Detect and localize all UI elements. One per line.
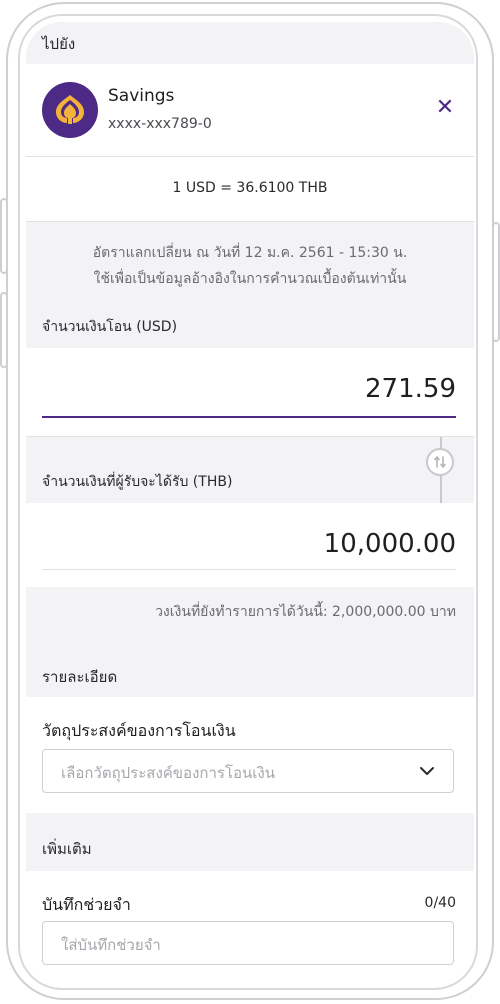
more-heading: เพิ่มเติม bbox=[42, 840, 92, 858]
receive-amount-label: จำนวนเงินที่ผู้รับจะได้รับ (THB) bbox=[42, 474, 233, 490]
swap-icon-graphic bbox=[434, 456, 446, 468]
daily-limit-text: วงเงินที่ยังทำรายการได้วันนี้: 2,000,000… bbox=[155, 604, 456, 620]
rate-section: 1 USD = 36.6100 THB bbox=[26, 157, 474, 221]
receive-amount-input[interactable]: 10,000.00 bbox=[324, 529, 456, 559]
memo-input[interactable]: ใส่บันทึกช่วยจำ bbox=[42, 921, 454, 965]
account-name: Savings bbox=[108, 86, 175, 106]
bank-logo-icon-graphic bbox=[56, 95, 84, 124]
app-screen: ไปยัง Savings xxxx-xxx789-0 ✕ 1 USD = 36… bbox=[26, 22, 474, 982]
purpose-label: วัตถุประสงค์ของการโอนเงิน bbox=[42, 721, 236, 740]
details-heading: รายละเอียด bbox=[42, 668, 118, 686]
send-amount-section: 271.59 bbox=[26, 348, 474, 436]
receive-label-section: จำนวนเงินที่ผู้รับจะได้รับ (THB) bbox=[26, 437, 474, 503]
memo-label: บันทึกช่วยจำ bbox=[42, 895, 131, 914]
send-amount-input[interactable]: 271.59 bbox=[365, 374, 456, 404]
side-button-power bbox=[492, 222, 500, 342]
rate-note-line2: ใช้เพื่อเป็นข้อมูลอ้างอิงในการคำนวณเบื้อ… bbox=[93, 271, 407, 287]
rate-note-line1: อัตราแลกเปลี่ยน ณ วันที่ 12 ม.ค. 2561 - … bbox=[92, 245, 408, 261]
bank-logo-icon bbox=[42, 82, 98, 138]
side-button-upper bbox=[0, 198, 8, 274]
memo-char-count: 0/40 bbox=[424, 895, 456, 911]
receive-amount-section: 10,000.00 bbox=[26, 503, 474, 587]
send-amount-underline bbox=[42, 416, 456, 418]
to-section: ไปยัง bbox=[26, 22, 474, 64]
memo-placeholder: ใส่บันทึกช่วยจำ bbox=[61, 936, 161, 954]
exchange-rate-text: 1 USD = 36.6100 THB bbox=[172, 180, 328, 196]
close-icon[interactable]: ✕ bbox=[433, 96, 457, 120]
swap-icon[interactable] bbox=[426, 448, 454, 476]
rate-note-section: อัตราแลกเปลี่ยน ณ วันที่ 12 ม.ค. 2561 - … bbox=[26, 222, 474, 346]
purpose-select[interactable]: เลือกวัตถุประสงค์ของการโอนเงิน bbox=[42, 749, 454, 793]
more-section-header: เพิ่มเติม bbox=[26, 813, 474, 871]
side-button-lower bbox=[0, 292, 8, 368]
send-amount-label: จำนวนเงินโอน (USD) bbox=[42, 319, 178, 335]
chevron-down-icon bbox=[420, 767, 434, 775]
account-card: Savings xxxx-xxx789-0 ✕ bbox=[26, 64, 474, 156]
account-number: xxxx-xxx789-0 bbox=[108, 116, 212, 132]
receive-amount-underline bbox=[42, 569, 456, 570]
purpose-placeholder: เลือกวัตถุประสงค์ของการโอนเงิน bbox=[61, 764, 275, 782]
to-label: ไปยัง bbox=[42, 35, 76, 53]
limit-section: วงเงินที่ยังทำรายการได้วันนี้: 2,000,000… bbox=[26, 587, 474, 697]
